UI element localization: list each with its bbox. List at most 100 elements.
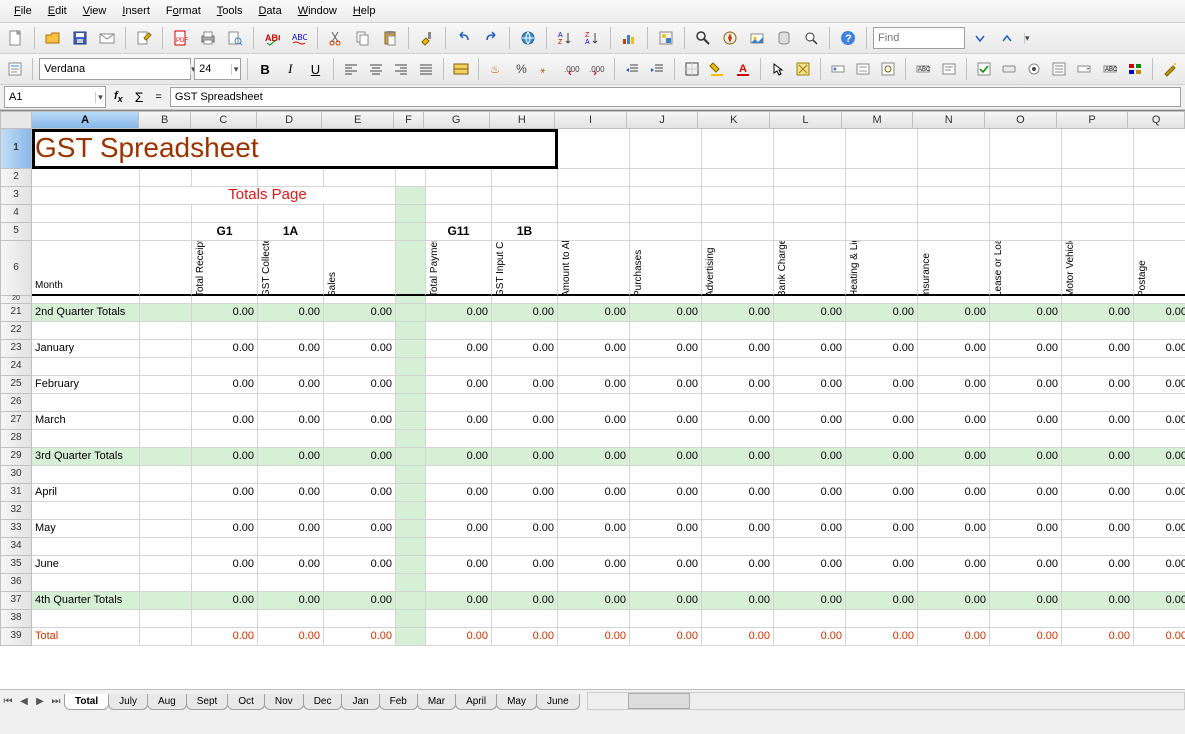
cell[interactable] (918, 205, 990, 223)
cell[interactable] (630, 129, 702, 169)
cell[interactable]: 0.00 (1134, 628, 1185, 646)
cell[interactable]: 0.00 (258, 520, 324, 538)
row-header[interactable]: 21 (0, 304, 32, 322)
cell[interactable] (396, 466, 426, 484)
cell[interactable] (140, 296, 192, 304)
cell[interactable]: 0.00 (918, 304, 990, 322)
cell[interactable] (558, 169, 630, 187)
menu-data[interactable]: Data (250, 2, 289, 20)
form-control-icon[interactable] (827, 57, 849, 81)
cell[interactable]: 0.00 (990, 628, 1062, 646)
cell[interactable] (396, 187, 426, 205)
cell[interactable]: 0.00 (702, 304, 774, 322)
cell[interactable] (32, 296, 140, 304)
cell[interactable] (492, 574, 558, 592)
cell[interactable] (140, 610, 192, 628)
cell[interactable] (918, 129, 990, 169)
cell[interactable]: 0.00 (324, 412, 396, 430)
font-size-input[interactable] (195, 63, 231, 75)
find-dropdown-icon[interactable]: ▾ (1024, 33, 1030, 44)
cell[interactable]: 0.00 (324, 484, 396, 502)
decrease-indent-icon[interactable] (621, 57, 643, 81)
cell[interactable] (192, 358, 258, 376)
cell[interactable]: 0.00 (1062, 376, 1134, 394)
cell[interactable] (396, 376, 426, 394)
new-doc-icon[interactable] (4, 26, 28, 50)
cell[interactable] (918, 538, 990, 556)
cell[interactable] (324, 205, 396, 223)
cell[interactable] (990, 296, 1062, 304)
formula-input[interactable] (170, 87, 1181, 107)
cell[interactable] (846, 574, 918, 592)
column-header[interactable]: N (913, 111, 985, 129)
cell[interactable] (558, 574, 630, 592)
cell[interactable]: 0.00 (324, 376, 396, 394)
cell[interactable] (1062, 610, 1134, 628)
navigator-icon[interactable] (718, 26, 742, 50)
cell[interactable]: 0.00 (324, 628, 396, 646)
cell[interactable] (846, 610, 918, 628)
cell[interactable] (426, 430, 492, 448)
listbox-icon[interactable] (1048, 57, 1070, 81)
cell[interactable] (990, 502, 1062, 520)
cell[interactable]: 0.00 (558, 340, 630, 358)
cell[interactable]: 0.00 (918, 484, 990, 502)
cell[interactable] (258, 502, 324, 520)
cell[interactable]: 0.00 (324, 556, 396, 574)
sheet-tab[interactable]: Nov (264, 694, 304, 710)
cell[interactable] (774, 610, 846, 628)
optionbutton-icon[interactable] (1023, 57, 1045, 81)
cell[interactable]: 0.00 (702, 412, 774, 430)
cell[interactable] (990, 187, 1062, 205)
cell[interactable]: 0.00 (492, 556, 558, 574)
zoom-icon[interactable] (799, 26, 823, 50)
sheet-tab[interactable]: May (496, 694, 537, 710)
align-right-icon[interactable] (390, 57, 412, 81)
row-header[interactable]: 22 (0, 322, 32, 340)
column-header[interactable]: C (191, 111, 257, 129)
cell[interactable] (990, 223, 1062, 241)
cell[interactable] (396, 502, 426, 520)
cell[interactable] (32, 466, 140, 484)
cell[interactable] (630, 574, 702, 592)
cell[interactable]: 0.00 (918, 628, 990, 646)
row-header[interactable]: 6 (0, 241, 32, 296)
row-header[interactable]: 27 (0, 412, 32, 430)
cell[interactable] (140, 538, 192, 556)
cell[interactable] (630, 466, 702, 484)
cell[interactable]: February (32, 376, 140, 394)
cell[interactable] (492, 538, 558, 556)
cell[interactable] (258, 574, 324, 592)
cell[interactable] (396, 322, 426, 340)
cell[interactable]: 0.00 (258, 304, 324, 322)
font-size-combo[interactable]: ▾ (194, 58, 241, 80)
cell[interactable] (846, 205, 918, 223)
cell[interactable]: 0.00 (426, 376, 492, 394)
cell[interactable]: 0.00 (1062, 412, 1134, 430)
cell[interactable] (492, 610, 558, 628)
cell[interactable] (1134, 169, 1185, 187)
row-header[interactable]: 4 (0, 205, 32, 223)
sheet-tab[interactable]: Total (64, 694, 109, 710)
sheet-tab[interactable]: Oct (227, 694, 265, 710)
cell[interactable] (192, 610, 258, 628)
cell[interactable] (774, 223, 846, 241)
delete-decimal-icon[interactable]: .000 (586, 57, 608, 81)
column-header[interactable]: K (698, 111, 770, 129)
cell[interactable]: 0.00 (192, 376, 258, 394)
cell[interactable]: 0.00 (702, 340, 774, 358)
cell[interactable] (1134, 187, 1185, 205)
scrollbar-thumb[interactable] (628, 693, 690, 709)
row-header[interactable]: 3 (0, 187, 32, 205)
cell[interactable]: 0.00 (774, 412, 846, 430)
cell[interactable] (324, 610, 396, 628)
number-format-icon[interactable]: ⚹ (536, 57, 558, 81)
cell[interactable]: 0.00 (918, 448, 990, 466)
cell[interactable]: 4th Quarter Totals (32, 592, 140, 610)
cell[interactable] (558, 394, 630, 412)
cell[interactable]: 0.00 (702, 376, 774, 394)
cell[interactable] (1134, 322, 1185, 340)
cell[interactable]: 0.00 (990, 376, 1062, 394)
cell[interactable]: 0.00 (1134, 592, 1185, 610)
format-paintbrush-icon[interactable] (415, 26, 439, 50)
